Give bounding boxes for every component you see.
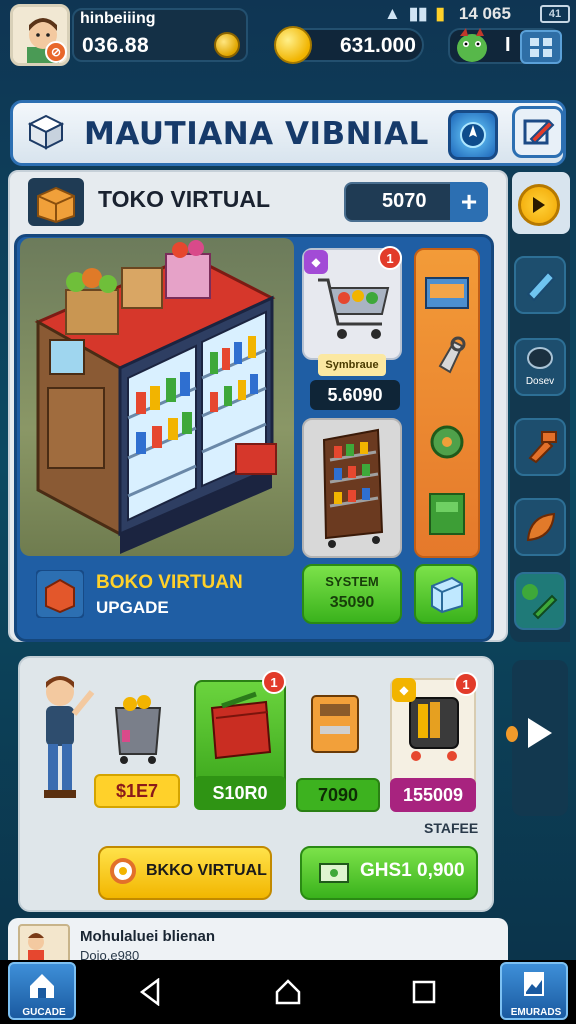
store-fridge-icon [34, 240, 277, 554]
item-tag-icon: ◆ [392, 678, 416, 702]
cart-card-badge: 1 [378, 246, 402, 270]
grid-icon [530, 38, 552, 57]
footer-avatar [18, 924, 70, 964]
tape-icon [526, 270, 556, 302]
player-avatar[interactable]: ⊘ [10, 4, 70, 66]
side-arrow-button[interactable] [518, 184, 560, 226]
shopkeeper-icon [44, 676, 95, 798]
card-tag-icon: ◆ [304, 250, 328, 274]
side-button-hammer[interactable] [514, 418, 566, 476]
side-button-leaf[interactable] [514, 498, 566, 556]
nav-left-button[interactable]: GUCADE [8, 962, 76, 1020]
player-value: 036.88 [82, 34, 150, 57]
shelf-rack-icon [322, 428, 384, 548]
tool-strip [414, 248, 480, 558]
back-icon[interactable] [138, 978, 162, 1006]
tool-box-icon [425, 277, 469, 309]
creature-icon [457, 28, 487, 62]
price-tag-3[interactable]: 7090 [296, 778, 380, 812]
gear-icon [430, 425, 464, 459]
nav-right-button[interactable]: EMURADS [500, 962, 568, 1020]
side-dot [506, 726, 518, 742]
battery-icon: 41 [540, 5, 570, 23]
ice-block-icon [431, 576, 463, 614]
cart-card-price: 5.6090 [310, 380, 400, 410]
cash-button-label: GHS1 0,900 [360, 860, 465, 881]
side-button-tape[interactable] [514, 256, 566, 314]
home-nav-icon[interactable] [274, 978, 302, 1006]
item-badge-2: 1 [454, 672, 478, 696]
toko-virtual-label: BKKO VIRTUAL [146, 862, 267, 879]
next-button[interactable] [518, 712, 560, 754]
coin-value: 631.000 [340, 34, 416, 57]
price-tag-4[interactable]: 155009 [390, 778, 476, 812]
rack-card[interactable] [302, 418, 402, 558]
signal-icon: ▲ [384, 4, 401, 23]
recent-apps-icon[interactable] [412, 980, 436, 1004]
play-arrow-icon [528, 718, 552, 748]
wrench-icon [438, 336, 466, 374]
system-status-bar: ▲ ▮▮ ▮ 14 065 41 [384, 2, 570, 26]
bin-icon [429, 493, 465, 535]
item-basket[interactable] [108, 684, 168, 768]
side-button-disc[interactable] [514, 338, 566, 396]
compass-button[interactable] [448, 110, 498, 160]
nav-left-label: GUCADE [22, 1007, 66, 1018]
tools-icon [522, 584, 558, 620]
edit-button[interactable] [512, 106, 564, 158]
cart-card-label: Symbraue [318, 354, 386, 376]
compass-icon [460, 122, 486, 148]
price-tag-1[interactable]: $1E7 [94, 774, 180, 808]
box-icon [27, 114, 65, 150]
upgrade-subtitle: UPGADE [96, 598, 169, 617]
store-scene[interactable] [20, 238, 294, 556]
stafee-label: STAFEE [424, 820, 479, 836]
player-coin-icon [214, 32, 240, 58]
shop-title: TOKO VIRTUAL [98, 186, 271, 212]
page-title: MAUTIANA VIBNIAL [84, 116, 429, 152]
nav-right-label: EMURADS [510, 1007, 562, 1018]
picture-icon [524, 972, 544, 996]
leaf-icon [526, 512, 556, 542]
basket-icon [114, 695, 162, 764]
tool-strip-graphics [425, 277, 469, 535]
footer-name: Mohulaluei blienan [80, 928, 216, 945]
system-price: 35090 [329, 594, 375, 611]
red-crate-icon [210, 691, 272, 760]
price-tag-2[interactable]: S10R0 [194, 776, 286, 810]
gem-value: I [505, 34, 511, 56]
upgrade-title: BOKO VIRTUAN [96, 572, 243, 593]
flag-icon: ▮ [435, 4, 445, 23]
donut-icon [110, 858, 136, 884]
system-label: SYSTEM [325, 574, 379, 589]
shop-add-button[interactable]: + [450, 182, 488, 222]
arrow-right-icon [533, 197, 545, 213]
avatar-badge: ⊘ [45, 41, 67, 63]
footer-avatar-icon [28, 933, 44, 962]
side-label: Dosev [525, 376, 555, 387]
pencil-icon [523, 119, 555, 145]
cash-register-icon [311, 695, 359, 753]
disc-icon [527, 347, 553, 369]
shop-box-icon [28, 178, 84, 226]
coin-icon [274, 26, 312, 64]
status-time: 14 065 [458, 4, 511, 23]
player-name: hinbeiiing [80, 10, 156, 27]
menu-button[interactable] [520, 30, 562, 64]
item-register[interactable] [306, 686, 364, 766]
item-badge-1: 1 [262, 670, 286, 694]
ice-block-button[interactable] [414, 564, 478, 624]
shop-counter-value: 5070 [382, 190, 427, 212]
hammer-icon [528, 431, 557, 464]
wifi-icon: ▮▮ [408, 4, 428, 23]
upgrade-crate-icon [36, 570, 84, 618]
home-icon [30, 974, 54, 998]
side-button-tools[interactable] [514, 572, 566, 630]
cash-stack-icon [319, 863, 349, 883]
